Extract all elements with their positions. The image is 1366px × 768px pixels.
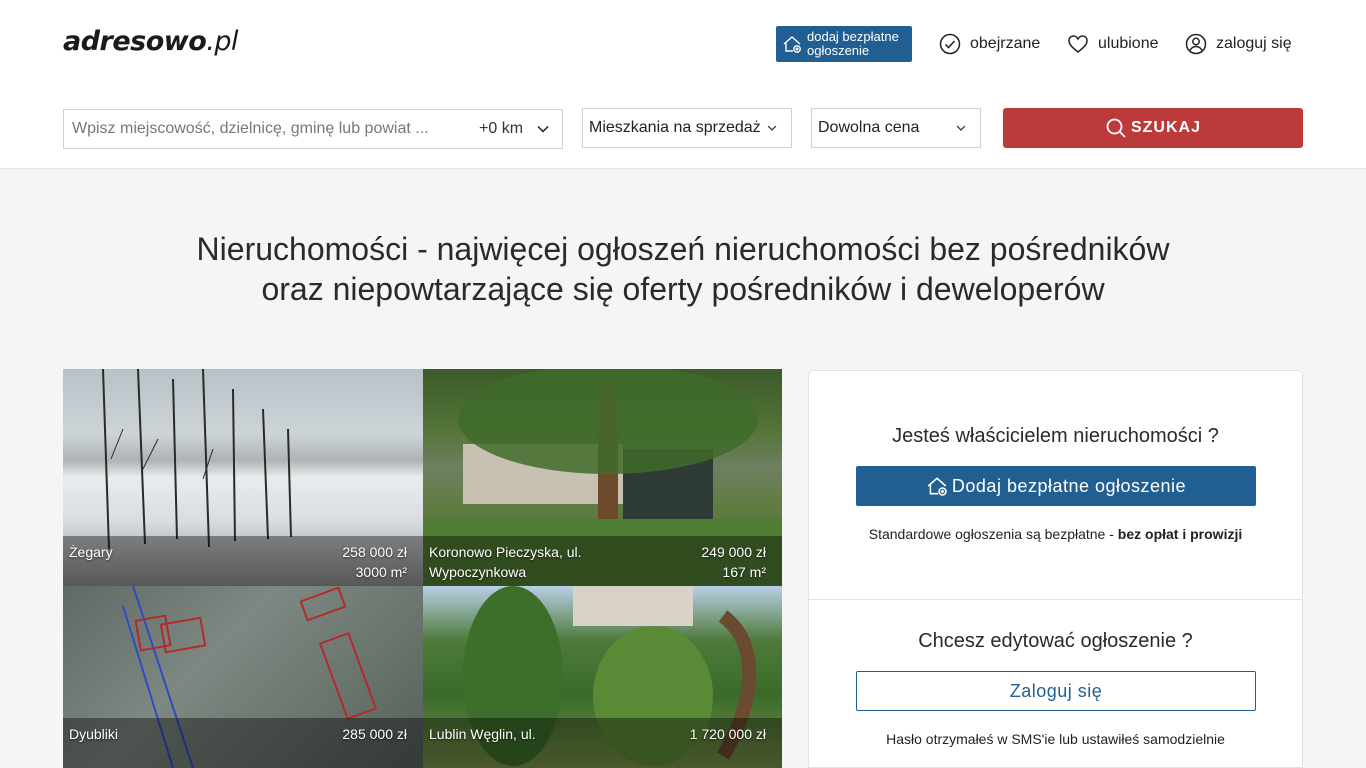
house-plus-icon xyxy=(927,477,947,496)
listing-caption: Koronowo Pieczyska, ul. Wypoczynkowa 249… xyxy=(423,536,782,586)
header: adresowo.pl dodaj bezpłatne ogłoszenie ob… xyxy=(0,0,1366,169)
favorites-link[interactable]: ulubione xyxy=(1067,30,1159,58)
listing-caption: Lublin Węglin, ul. 1 720 000 zł xyxy=(423,718,782,768)
owner-panel: Jesteś właścicielem nieruchomości ? Doda… xyxy=(808,370,1303,768)
search-icon xyxy=(1106,118,1126,138)
add-listing-label: dodaj bezpłatne ogłoszenie xyxy=(807,29,899,58)
listing-tile[interactable]: Żegary 258 000 zł 3000 m² xyxy=(63,369,423,586)
login-button[interactable]: Zaloguj się xyxy=(856,671,1256,711)
logo[interactable]: adresowo.pl xyxy=(63,26,239,57)
listing-tile[interactable]: Lublin Węglin, ul. 1 720 000 zł xyxy=(423,586,782,768)
heart-icon xyxy=(1068,35,1088,53)
check-circle-icon xyxy=(939,33,961,55)
page-headline: Nieruchomości - najwięcej ogłoszeń nieru… xyxy=(196,231,1170,307)
login-link[interactable]: zaloguj się xyxy=(1185,30,1292,58)
search-button[interactable]: SZUKAJ xyxy=(1003,108,1303,148)
add-free-listing-button[interactable]: Dodaj bezpłatne ogłoszenie xyxy=(856,466,1256,506)
chevron-down-icon[interactable] xyxy=(536,122,550,136)
divider xyxy=(809,599,1302,600)
location-search-input[interactable] xyxy=(64,120,464,138)
password-note: Hasło otrzymałeś w SMS'ie lub ustawiłeś … xyxy=(886,731,1225,747)
chevron-down-icon xyxy=(761,121,779,135)
listing-caption: Dyubliki 285 000 zł xyxy=(63,718,423,768)
owner-question: Jesteś właścicielem nieruchomości ? xyxy=(892,425,1219,447)
add-listing-button[interactable]: dodaj bezpłatne ogłoszenie xyxy=(776,26,912,62)
radius-value[interactable]: +0 km xyxy=(479,120,523,138)
user-circle-icon xyxy=(1185,33,1207,55)
edit-question: Chcesz edytować ogłoszenie ? xyxy=(918,630,1193,652)
house-plus-icon xyxy=(783,36,801,53)
price-select[interactable]: Dowolna cena xyxy=(811,108,981,148)
property-type-select[interactable]: Mieszkania na sprzedaż xyxy=(582,108,792,148)
chevron-down-icon xyxy=(950,121,968,135)
location-search-box: +0 km xyxy=(63,109,563,149)
free-listing-note: Standardowe ogłoszenia są bezpłatne - be… xyxy=(868,526,1243,542)
listing-caption: Żegary 258 000 zł 3000 m² xyxy=(63,536,423,586)
featured-listings: Żegary 258 000 zł 3000 m² Koronowo Pieczy… xyxy=(63,369,782,768)
viewed-link[interactable]: obejrzane xyxy=(939,30,1040,58)
listing-tile[interactable]: Koronowo Pieczyska, ul. Wypoczynkowa 249… xyxy=(423,369,782,586)
listing-tile[interactable]: Dyubliki 285 000 zł xyxy=(63,586,423,768)
